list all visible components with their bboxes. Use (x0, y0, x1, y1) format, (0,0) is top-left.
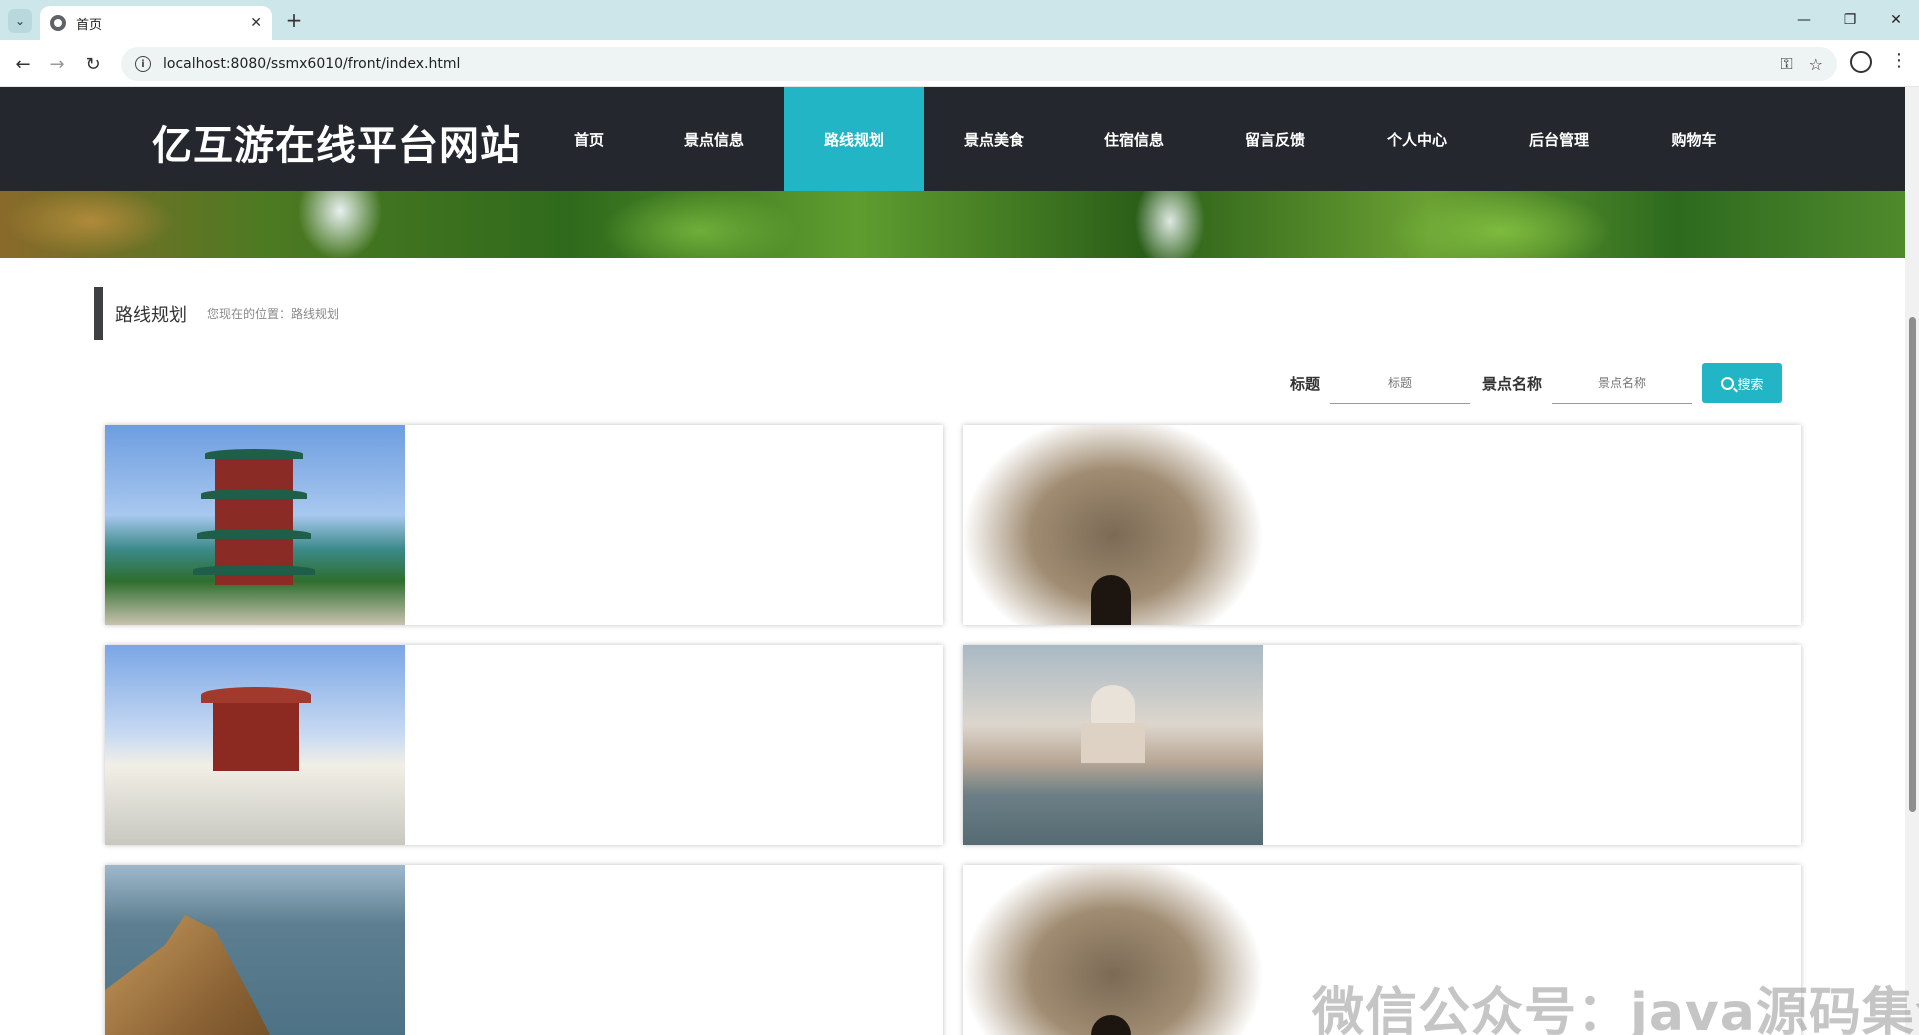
route-card[interactable] (963, 425, 1801, 625)
bookmark-star-icon[interactable]: ☆ (1809, 55, 1823, 74)
route-card[interactable] (105, 425, 943, 625)
tab-search-button[interactable]: ⌄ (8, 9, 32, 33)
nav-item-spots[interactable]: 景点信息 (644, 87, 784, 191)
scrollbar-thumb[interactable] (1909, 317, 1916, 812)
route-card[interactable] (105, 645, 943, 845)
route-image[interactable] (963, 425, 1263, 625)
main-nav: 首页 景点信息 路线规划 景点美食 住宿信息 留言反馈 个人中心 后台管理 购物… (534, 87, 1758, 191)
nav-item-cart[interactable]: 购物车 (1630, 87, 1758, 191)
route-image[interactable] (963, 865, 1263, 1035)
site-header: 亿互游在线平台网站 首页 景点信息 路线规划 景点美食 住宿信息 留言反馈 个人… (0, 87, 1905, 191)
address-bar: ← → ↻ i localhost:8080/ssmx6010/front/in… (0, 40, 1919, 87)
search-button-label: 搜索 (1737, 377, 1764, 393)
password-key-icon[interactable]: ⚿ (1780, 54, 1792, 74)
forward-icon[interactable]: → (44, 51, 70, 77)
title-label: 标题 (1290, 374, 1321, 393)
nav-item-lodging[interactable]: 住宿信息 (1064, 87, 1204, 191)
search-icon (1720, 376, 1734, 390)
page-scrollbar[interactable] (1905, 87, 1919, 1035)
watermark-text: 微信公众号：java源码集合 (1312, 983, 1919, 1035)
section-heading: 路线规划 您现在的位置：路线规划 (94, 287, 339, 340)
page-title: 路线规划 (115, 304, 187, 326)
site-title: 亿互游在线平台网站 (152, 123, 521, 169)
search-bar: 标题 景点名称 搜索 (1290, 362, 1783, 404)
nav-item-home[interactable]: 首页 (534, 87, 644, 191)
nav-item-food[interactable]: 景点美食 (924, 87, 1064, 191)
title-search-input[interactable] (1330, 362, 1471, 404)
search-button[interactable]: 搜索 (1702, 363, 1783, 403)
browser-tab-bar: ⌄ 首页 ✕ + — ❐ ✕ (0, 0, 1919, 40)
route-card[interactable] (963, 645, 1801, 845)
page-viewport: 亿互游在线平台网站 首页 景点信息 路线规划 景点美食 住宿信息 留言反馈 个人… (0, 87, 1905, 1035)
browser-menu-icon[interactable]: ⋮ (1890, 50, 1908, 71)
nav-item-admin[interactable]: 后台管理 (1488, 87, 1630, 191)
tab-title: 首页 (76, 17, 103, 33)
profile-icon[interactable] (1850, 51, 1872, 73)
spot-name-label: 景点名称 (1482, 374, 1543, 393)
nav-item-routes[interactable]: 路线规划 (784, 87, 924, 191)
url-text[interactable]: localhost:8080/ssmx6010/front/index.html (163, 56, 1764, 72)
route-card[interactable] (105, 865, 943, 1035)
new-tab-button[interactable]: + (282, 8, 306, 32)
reload-icon[interactable]: ↻ (80, 51, 106, 77)
window-controls: — ❐ ✕ (1781, 0, 1919, 40)
omnibox[interactable]: i localhost:8080/ssmx6010/front/index.ht… (121, 47, 1837, 81)
globe-icon (50, 15, 66, 31)
back-icon[interactable]: ← (10, 51, 36, 77)
breadcrumb: 您现在的位置：路线规划 (207, 307, 340, 321)
site-info-icon[interactable]: i (135, 56, 151, 72)
route-image[interactable] (105, 865, 405, 1035)
scenery-banner (0, 191, 1905, 258)
nav-item-feedback[interactable]: 留言反馈 (1204, 87, 1346, 191)
browser-tab[interactable]: 首页 ✕ (40, 6, 272, 40)
window-close-icon[interactable]: ✕ (1873, 0, 1919, 40)
minimize-icon[interactable]: — (1781, 0, 1827, 40)
route-image[interactable] (963, 645, 1263, 845)
route-image[interactable] (105, 645, 405, 845)
restore-icon[interactable]: ❐ (1827, 0, 1873, 40)
nav-item-profile[interactable]: 个人中心 (1346, 87, 1488, 191)
spot-name-search-input[interactable] (1552, 362, 1693, 404)
close-tab-icon[interactable]: ✕ (250, 15, 262, 31)
route-image[interactable] (105, 425, 405, 625)
